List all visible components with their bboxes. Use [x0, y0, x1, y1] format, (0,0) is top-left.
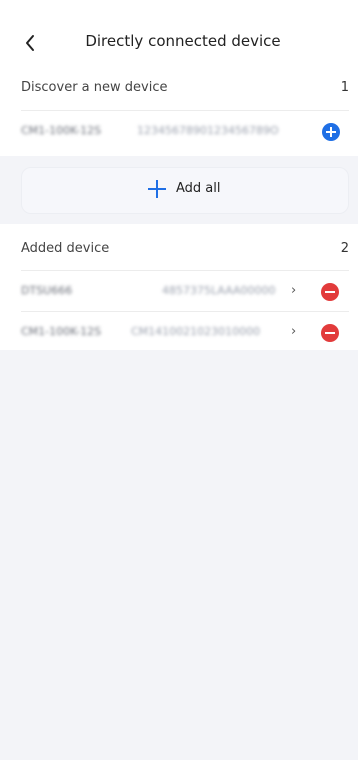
screen: Directly connected device Discover a new… [0, 0, 358, 760]
remove-device-icon[interactable] [321, 283, 339, 301]
added-label: Added device [21, 241, 110, 256]
device-serial: CM1410021023010000 [131, 325, 261, 338]
device-serial: 1234567890123456789O [137, 124, 279, 137]
divider [21, 110, 349, 111]
add-all-label: Add all [176, 181, 221, 196]
page-title: Directly connected device [85, 32, 281, 50]
discover-section-header: Discover a new device 1 [21, 80, 349, 102]
added-count: 2 [340, 241, 349, 256]
device-name: DTSU666 [21, 284, 73, 297]
discovered-device-row[interactable]: CM1-100K-12S 1234567890123456789O [21, 112, 349, 152]
chevron-right-icon: › [291, 324, 297, 339]
added-device-row[interactable]: CM1-100K-12S CM1410021023010000 › [21, 313, 349, 353]
add-device-icon[interactable] [322, 123, 340, 141]
device-serial: 4857375LAAA00000 [162, 284, 276, 297]
chevron-right-icon: › [291, 283, 297, 298]
discover-count: 1 [340, 80, 349, 95]
divider [21, 270, 349, 271]
device-name: CM1-100K-12S [21, 124, 102, 137]
divider [21, 311, 349, 312]
remove-device-icon[interactable] [321, 324, 339, 342]
discover-label: Discover a new device [21, 80, 168, 95]
header: Directly connected device [0, 0, 358, 84]
device-name: CM1-100K-12S [21, 325, 102, 338]
added-section-header: Added device 2 [21, 241, 349, 263]
plus-icon [148, 180, 166, 198]
add-all-button[interactable]: Add all [21, 167, 349, 214]
added-device-row[interactable]: DTSU666 4857375LAAA00000 › [21, 272, 349, 312]
